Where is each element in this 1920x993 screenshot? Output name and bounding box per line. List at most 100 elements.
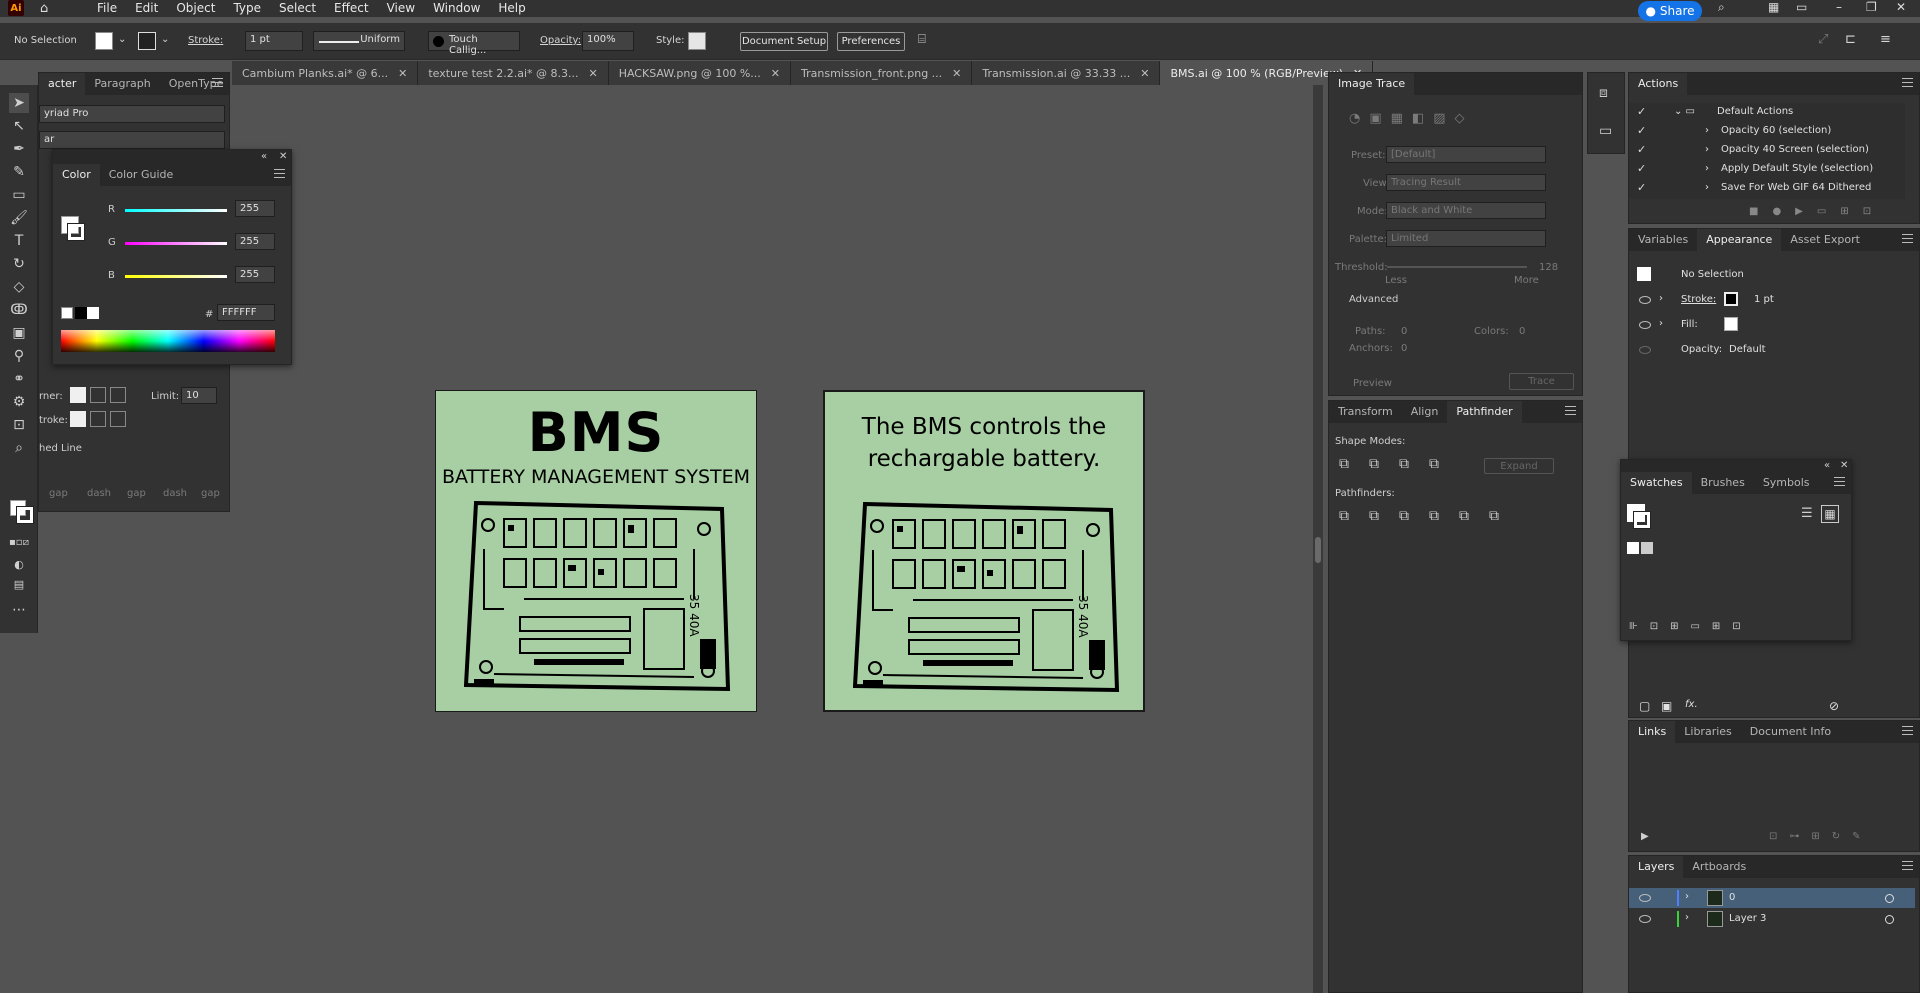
tab-asset-export[interactable]: Asset Export [1781, 229, 1869, 251]
threshold-slider[interactable] [1387, 266, 1527, 268]
miter-join-icon[interactable] [70, 387, 86, 403]
tab-paragraph[interactable]: Paragraph [85, 73, 159, 95]
actions-item[interactable]: Save For Web GIF 64 Dithered [1721, 182, 1871, 193]
blend-tool-icon[interactable]: ⚭ [9, 369, 29, 389]
document-setup-button[interactable]: Document Setup [740, 32, 828, 51]
arrange-icon[interactable]: ⊏ [1845, 32, 1856, 47]
actions-item[interactable]: Opacity 60 (selection) [1721, 125, 1831, 136]
artboard-2[interactable]: The BMS controls the rechargable battery… [823, 390, 1145, 712]
actions-controls[interactable]: ■●▶▭⊞⊡ [1749, 206, 1885, 217]
grid-view-icon[interactable]: ▦ [1821, 505, 1839, 523]
align-inside-icon[interactable] [90, 411, 106, 427]
check-icon[interactable]: ✓ [1637, 162, 1646, 175]
tab-swatches[interactable]: Swatches [1621, 472, 1692, 494]
tab-hacksaw[interactable]: HACKSAW.png @ 100 %... ✕ [608, 61, 792, 85]
opacity-input[interactable]: 100% [582, 31, 634, 51]
tab-brushes[interactable]: Brushes [1692, 472, 1754, 494]
none-swatch[interactable] [1627, 542, 1639, 554]
menu-edit[interactable]: Edit [126, 0, 167, 16]
stroke-color-swatch[interactable] [1633, 511, 1651, 529]
home-icon[interactable]: ⌂ [40, 1, 58, 16]
panel-menu-icon[interactable] [212, 78, 223, 87]
preferences-button[interactable]: Preferences [837, 32, 905, 51]
check-icon[interactable]: ✓ [1637, 181, 1646, 194]
font-family-select[interactable]: yriad Pro [39, 105, 225, 123]
fill-swatch[interactable] [95, 32, 113, 50]
shape-builder-tool-icon[interactable]: ⚙ [9, 392, 29, 412]
transform-icon[interactable]: ⤢ [1818, 32, 1828, 47]
clear-appearance-icon[interactable]: ⊘ [1829, 699, 1839, 713]
stroke-attribute[interactable]: Stroke: [1681, 294, 1716, 305]
vertical-scrollbar[interactable] [1313, 85, 1323, 993]
arrange-documents-icon[interactable]: ▦ [1768, 0, 1779, 14]
canvas[interactable]: BMS BATTERY MANAGEMENT SYSTEM 35 40A The… [233, 85, 1313, 993]
trace-preset-icons[interactable]: ◔▣▦◧▨◇ [1349, 111, 1473, 126]
trace-button[interactable]: Trace [1509, 373, 1574, 390]
chevron-down-icon[interactable]: ⌄ [118, 34, 126, 45]
link-controls[interactable]: ⊡⊶⊞↻✎ [1769, 831, 1873, 842]
tab-appearance[interactable]: Appearance [1697, 229, 1782, 251]
eye-icon[interactable] [1639, 915, 1651, 923]
minimize-icon[interactable]: – [1836, 0, 1842, 14]
tab-align[interactable]: Align [1402, 401, 1448, 423]
expand-arrow-icon[interactable]: › [1705, 125, 1709, 136]
fill-swatch[interactable] [1724, 317, 1738, 331]
curvature-tool-icon[interactable]: ✎ [9, 162, 29, 182]
tab-document-info[interactable]: Document Info [1741, 721, 1840, 743]
actions-item[interactable]: Opacity 40 Screen (selection) [1721, 144, 1869, 155]
check-icon[interactable]: ✓ [1637, 124, 1646, 137]
stroke-color-swatch[interactable] [67, 223, 85, 241]
opacity-label[interactable]: Opacity: [540, 35, 581, 46]
restore-icon[interactable]: ❐ [1866, 0, 1877, 14]
tab-pathfinder[interactable]: Pathfinder [1447, 401, 1522, 423]
panel-menu-icon[interactable] [1902, 234, 1913, 243]
actions-item[interactable]: Default Actions [1717, 106, 1793, 117]
collapse-icon[interactable]: « [261, 151, 267, 162]
panel-menu-icon[interactable] [1565, 406, 1576, 415]
comments-icon[interactable]: ▭ [1599, 123, 1612, 139]
eyedropper-tool-icon[interactable]: ⚲ [9, 346, 29, 366]
green-slider[interactable] [125, 242, 227, 245]
expand-arrow-icon[interactable]: › [1659, 293, 1663, 304]
layer-row[interactable]: › 0 [1629, 888, 1915, 908]
tab-symbols[interactable]: Symbols [1754, 472, 1819, 494]
align-outside-icon[interactable] [110, 411, 126, 427]
black-swatch[interactable] [75, 307, 87, 319]
paintbrush-tool-icon[interactable]: 🖌 [9, 208, 29, 228]
panel-menu-icon[interactable] [1834, 477, 1845, 486]
add-stroke-icon[interactable]: ▢ [1639, 699, 1650, 713]
pathfinder-icons[interactable]: ⧉⧉⧉⧉⧉⧉ [1339, 508, 1519, 524]
tab-actions[interactable]: Actions [1629, 73, 1688, 95]
menu-type[interactable]: Type [224, 0, 270, 16]
list-view-icon[interactable]: ☰ [1801, 506, 1813, 521]
close-icon[interactable]: ✕ [279, 151, 287, 162]
tab-cambium[interactable]: Cambium Planks.ai* @ 6... ✕ [232, 61, 419, 85]
menu-file[interactable]: File [88, 0, 126, 16]
layer-name[interactable]: Layer 3 [1729, 913, 1766, 924]
eye-icon[interactable] [1639, 296, 1651, 304]
rotate-tool-icon[interactable]: ↻ [9, 254, 29, 274]
tab-color[interactable]: Color [53, 164, 100, 186]
menu-select[interactable]: Select [270, 0, 325, 16]
expand-arrow-icon[interactable]: › [1685, 891, 1689, 902]
expand-arrow-icon[interactable]: › [1705, 182, 1709, 193]
expand-arrow-icon[interactable]: › [1705, 163, 1709, 174]
add-effect-icon[interactable]: fx. [1685, 699, 1698, 710]
tab-transform[interactable]: Transform [1329, 401, 1402, 423]
font-style-select[interactable]: ar [39, 131, 225, 149]
rectangle-tool-icon[interactable]: ▭ [9, 185, 29, 205]
image-trace-icon[interactable]: ⧈ [1599, 85, 1608, 101]
variable-width-profile[interactable]: Uniform [313, 31, 405, 51]
artboard-tool-icon[interactable]: ⊡ [9, 415, 29, 435]
none-swatch[interactable] [61, 307, 73, 319]
check-icon[interactable]: ✓ [1637, 105, 1646, 118]
selection-tool-icon[interactable]: ➤ [9, 93, 29, 113]
workspace-icon[interactable]: ▭ [1796, 0, 1807, 14]
menu-effect[interactable]: Effect [325, 0, 378, 16]
panel-title-bar[interactable] [1621, 460, 1851, 472]
round-join-icon[interactable] [90, 387, 106, 403]
stroke-swatch[interactable] [1724, 292, 1738, 306]
bevel-join-icon[interactable] [110, 387, 126, 403]
expand-arrow-icon[interactable]: › [1659, 318, 1663, 329]
tab-variables[interactable]: Variables [1629, 229, 1697, 251]
